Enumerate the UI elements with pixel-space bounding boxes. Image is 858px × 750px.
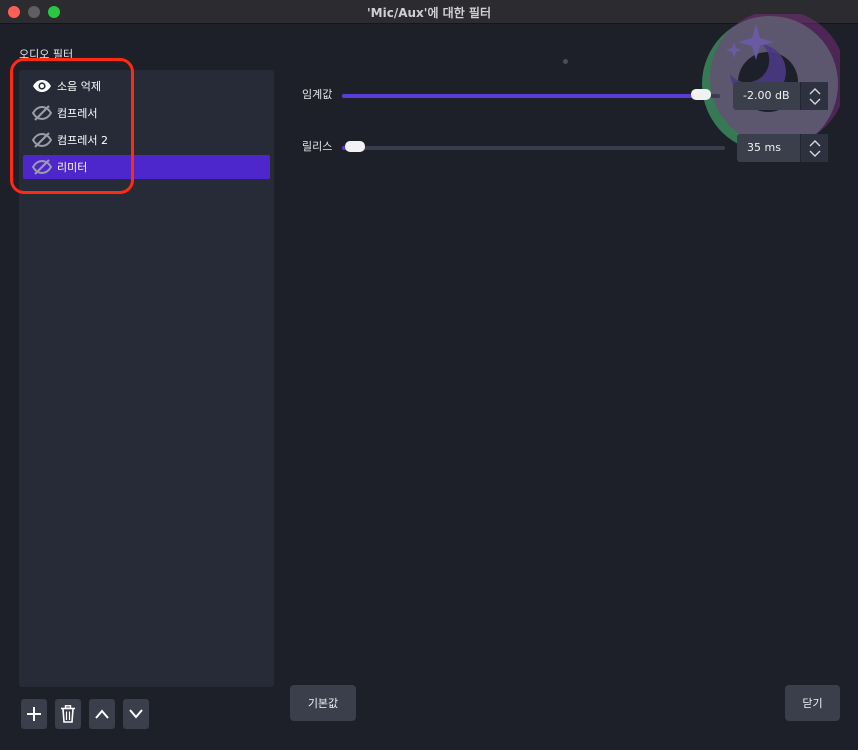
chevron-down-icon: [129, 709, 143, 719]
release-spinbox[interactable]: 35 ms: [737, 134, 828, 162]
threshold-label: 임계값: [302, 88, 333, 101]
chevron-up-icon[interactable]: [809, 139, 821, 147]
trash-icon: [61, 705, 75, 723]
remove-filter-button[interactable]: [55, 699, 81, 729]
chevron-up-icon: [95, 709, 109, 719]
release-slider-handle[interactable]: [345, 141, 366, 152]
move-filter-down-button[interactable]: [123, 699, 149, 729]
threshold-slider-fill: [342, 94, 702, 98]
release-stepper[interactable]: [800, 134, 828, 162]
chevron-up-icon[interactable]: [809, 87, 821, 95]
annotation-highlight-box: [10, 58, 134, 194]
close-button[interactable]: 닫기: [785, 685, 840, 721]
add-filter-button[interactable]: [21, 699, 47, 729]
decorative-dot: [563, 59, 568, 64]
chevron-down-icon[interactable]: [809, 98, 821, 106]
release-label: 릴리스: [302, 140, 333, 153]
add-icon: [27, 707, 41, 721]
threshold-stepper[interactable]: [800, 82, 828, 110]
threshold-slider[interactable]: [342, 89, 720, 100]
release-value[interactable]: 35 ms: [737, 134, 781, 162]
threshold-slider-handle[interactable]: [691, 89, 712, 100]
defaults-button[interactable]: 기본값: [290, 685, 356, 721]
release-slider[interactable]: [342, 141, 725, 152]
move-filter-up-button[interactable]: [89, 699, 115, 729]
chevron-down-icon[interactable]: [809, 150, 821, 158]
threshold-spinbox[interactable]: -2.00 dB: [733, 82, 828, 110]
threshold-value[interactable]: -2.00 dB: [733, 82, 790, 110]
